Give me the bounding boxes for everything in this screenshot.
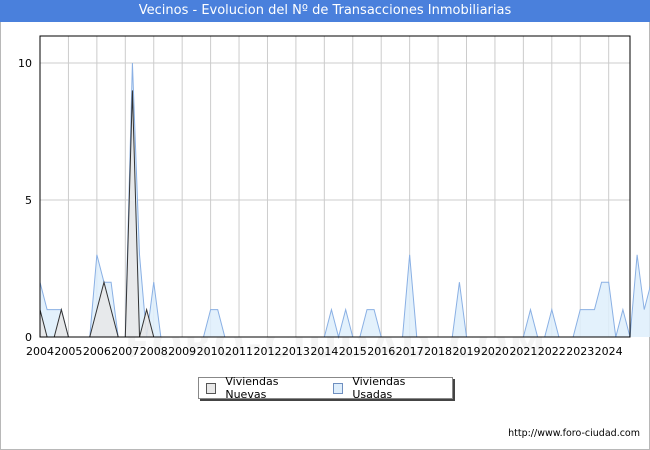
x-tick-label: 2006 [83,345,111,358]
x-tick-label: 2019 [453,345,481,358]
x-tick-label: 2012 [253,345,281,358]
x-tick-label: 2015 [339,345,367,358]
y-tick-label: 10 [18,57,32,70]
x-tick-label: 2024 [595,345,623,358]
x-tick-label: 2022 [538,345,566,358]
x-tick-label: 2004 [26,345,54,358]
legend-item-usadas: Viviendas Usadas [332,375,442,401]
x-tick-label: 2016 [367,345,395,358]
x-tick-label: 2011 [225,345,253,358]
x-tick-label: 2023 [566,345,594,358]
legend-label-nuevas: Viviendas Nuevas [225,375,279,401]
legend-swatch-usadas [332,382,344,394]
legend-item-nuevas: Viviendas Nuevas [206,375,316,401]
x-tick-labels: 2004 2005 2006 2007 2008 2009 2010 2011 2012 2013… [26,345,623,358]
legend: Viviendas Nuevas Viviendas Usadas [198,375,453,401]
x-tick-label: 2018 [424,345,452,358]
x-tick-label: 2009 [168,345,196,358]
x-tick-label: 2005 [54,345,82,358]
y-tick-labels: 0 5 10 [18,57,32,344]
legend-swatch-nuevas [206,382,217,394]
x-tick-label: 2017 [396,345,424,358]
x-tick-label: 2013 [282,345,310,358]
source-url: http://www.foro-ciudad.com [508,428,640,439]
legend-label-usadas: Viviendas Usadas [352,375,406,401]
x-tick-label: 2014 [310,345,338,358]
x-tick-label: 2008 [140,345,168,358]
y-tick-label: 0 [25,331,32,344]
y-tick-label: 5 [25,194,32,207]
x-tick-label: 2010 [197,345,225,358]
x-tick-label: 2020 [481,345,509,358]
x-tick-label: 2021 [509,345,537,358]
x-tick-label: 2007 [111,345,139,358]
